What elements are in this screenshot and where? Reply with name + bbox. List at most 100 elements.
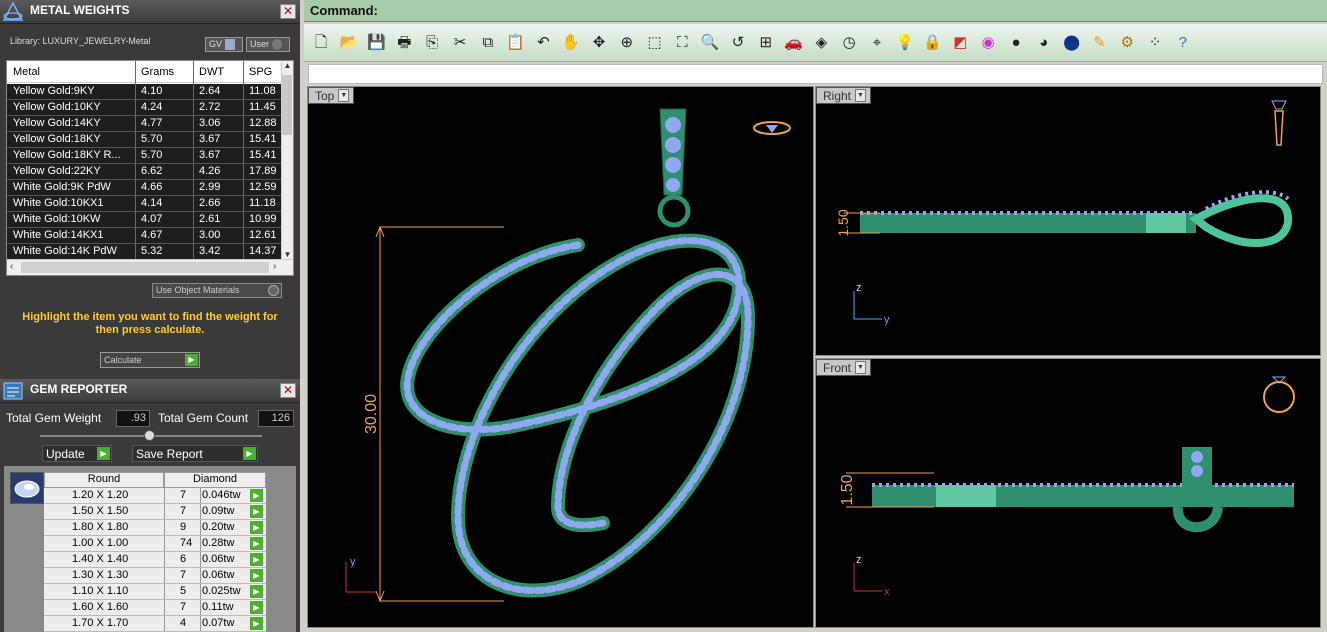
print-icon[interactable]: 🖶 (393, 32, 415, 54)
gem-row-select-icon[interactable]: ▶ (250, 505, 263, 518)
front-view-canvas[interactable]: 1.50 z x (816, 359, 1321, 628)
blue-sphere-icon[interactable]: ⬤ (1061, 32, 1083, 54)
gem-row-select-icon[interactable]: ▶ (250, 617, 263, 630)
undo-icon[interactable]: ↶ (532, 32, 554, 54)
shaded-sphere-icon[interactable]: ◕ (1033, 32, 1055, 54)
metal-cell-metal: White Gold:14KX1 (13, 229, 104, 241)
use-object-materials-checkbox[interactable]: Use Object Materials (152, 283, 282, 298)
metal-table-row[interactable]: White Gold:10KX1 4.14 2.66 11.18 (7, 196, 283, 212)
gem-table-row[interactable]: 1.10 X 1.10 5 0.025tw ▶ (44, 584, 266, 600)
gem-table-row[interactable]: 1.30 X 1.30 7 0.06tw ▶ (44, 568, 266, 584)
metal-table-row[interactable]: White Gold:14KX1 4.67 3.00 12.61 (7, 228, 283, 244)
metal-table-row[interactable]: Yellow Gold:18KY 5.70 3.67 15.41 (7, 132, 283, 148)
chevron-down-icon[interactable]: ▼ (855, 89, 867, 102)
layer-icon[interactable]: ◩ (949, 32, 971, 54)
gem-row-select-icon[interactable]: ▶ (250, 569, 263, 582)
help-icon[interactable]: ? (1172, 32, 1194, 54)
metal-table-row[interactable]: Yellow Gold:22KY 6.62 4.26 17.89 (7, 164, 283, 180)
vscroll-thumb[interactable] (282, 75, 292, 135)
metal-table-row[interactable]: White Gold:9K PdW 4.66 2.99 12.59 (7, 180, 283, 196)
four-viewports-icon[interactable]: ⊞ (755, 32, 777, 54)
col-header-metal[interactable]: Metal (13, 66, 40, 78)
gem-table-row[interactable]: 1.80 X 1.80 9 0.20tw ▶ (44, 520, 266, 536)
clock-icon[interactable]: ◷ (838, 32, 860, 54)
save-icon[interactable]: 💾 (366, 32, 388, 54)
light-bulb-icon[interactable]: 💡 (894, 32, 916, 54)
metal-table-hscrollbar[interactable]: ‹ › (7, 259, 293, 275)
gem-table-row[interactable]: 1.00 X 1.00 74 0.28tw ▶ (44, 536, 266, 552)
gem-row-select-icon[interactable]: ▶ (250, 537, 263, 550)
right-view-canvas[interactable]: 1.50 z y (816, 87, 1321, 356)
select-points-icon[interactable]: ⁘ (1144, 32, 1166, 54)
hscroll-thumb[interactable] (21, 262, 269, 273)
render-sphere-icon[interactable]: ● (1005, 32, 1027, 54)
pan-hand-icon[interactable]: ✋ (560, 32, 582, 54)
chevron-down-icon[interactable]: ▼ (855, 361, 867, 374)
metal-table-row[interactable]: Yellow Gold:10KY 4.24 2.72 11.45 (7, 100, 283, 116)
col-header-dwt[interactable]: DWT (199, 66, 224, 78)
gem-table-row[interactable]: 1.50 X 1.50 7 0.09tw ▶ (44, 504, 266, 520)
color-wheel-icon[interactable]: ◉ (977, 32, 999, 54)
viewport-front-label[interactable]: Front ▼ (816, 359, 872, 376)
metal-table-row[interactable]: Yellow Gold:14KY 4.77 3.06 12.88 (7, 116, 283, 132)
gv-toggle[interactable]: GV (205, 37, 243, 52)
scroll-right-icon[interactable]: › (273, 261, 276, 272)
total-gem-count-label: Total Gem Count (158, 411, 249, 425)
pen-icon[interactable]: ✎ (1088, 32, 1110, 54)
gem-row-select-icon[interactable]: ▶ (250, 489, 263, 502)
top-view-canvas[interactable]: 30.00 y (308, 87, 814, 628)
zoom-extents-icon[interactable]: ⛶ (671, 32, 693, 54)
viewport-right[interactable]: 1.50 z y Right ▼ (815, 86, 1321, 356)
zoom-selected-icon[interactable]: 🔍 (699, 32, 721, 54)
metal-weights-close-button[interactable]: ✕ (280, 4, 296, 19)
gem-reporter-close-button[interactable]: ✕ (280, 383, 296, 398)
gem-table-row[interactable]: 1.40 X 1.40 6 0.06tw ▶ (44, 552, 266, 568)
metal-table-row[interactable]: White Gold:10KW 4.07 2.61 10.99 (7, 212, 283, 228)
gear-icon[interactable]: ⚙ (1116, 32, 1138, 54)
command-input[interactable] (308, 64, 1323, 84)
lock-icon[interactable]: 🔒 (922, 32, 944, 54)
viewport-top-label[interactable]: Top ▼ (308, 87, 355, 104)
col-header-spg[interactable]: SPG (249, 66, 272, 78)
metal-table-row[interactable]: Yellow Gold:9KY 4.10 2.64 11.08 (7, 84, 283, 100)
gem-row-select-icon[interactable]: ▶ (250, 601, 263, 614)
gem-row-select-icon[interactable]: ▶ (250, 553, 263, 566)
scroll-up-icon[interactable]: ▲ (282, 61, 293, 70)
gem-row-select-icon[interactable]: ▶ (250, 585, 263, 598)
col-header-grams[interactable]: Grams (141, 66, 174, 78)
slider-knob[interactable] (144, 430, 155, 441)
viewport-top[interactable]: 30.00 y Top ▼ (307, 86, 814, 628)
user-toggle[interactable]: User (246, 37, 290, 52)
gem-table-row[interactable]: 1.70 X 1.70 4 0.07tw ▶ (44, 616, 266, 632)
zoom-in-icon[interactable]: ⊕ (616, 32, 638, 54)
undo-view-icon[interactable]: ↺ (727, 32, 749, 54)
update-button[interactable]: Update ▶ (42, 445, 112, 462)
gem-table-row[interactable]: 1.20 X 1.20 7 0.046tw ▶ (44, 488, 266, 504)
snap-icon[interactable]: ⌖ (866, 32, 888, 54)
command-bar[interactable]: Command: (304, 0, 1327, 22)
copy-icon[interactable]: ⧉ (477, 32, 499, 54)
gem-slider[interactable] (40, 430, 262, 441)
paste-icon[interactable]: 📋 (505, 32, 527, 54)
new-file-icon[interactable]: 🗋 (310, 32, 332, 54)
camera-icon[interactable]: ◈ (810, 32, 832, 54)
zoom-window-icon[interactable]: ⬚ (644, 32, 666, 54)
calculate-button[interactable]: Calculate ▶ (100, 352, 200, 368)
metal-table-row[interactable]: White Gold:14K PdW 5.32 3.42 14.37 (7, 244, 283, 260)
scroll-down-icon[interactable]: ▼ (282, 250, 293, 259)
open-folder-icon[interactable]: 📂 (338, 32, 360, 54)
rotate-view-icon[interactable]: ✥ (588, 32, 610, 54)
gem-table-row[interactable]: 1.60 X 1.60 7 0.11tw ▶ (44, 600, 266, 616)
metal-table-vscrollbar[interactable]: ▲ ▼ (281, 61, 293, 259)
metal-table-row[interactable]: Yellow Gold:18KY R... 5.70 3.67 15.41 (7, 148, 283, 164)
cut-icon[interactable]: ✂ (449, 32, 471, 54)
export-icon[interactable]: ⎘ (421, 32, 443, 54)
scroll-left-icon[interactable]: ‹ (10, 261, 13, 272)
chevron-down-icon[interactable]: ▼ (338, 89, 350, 102)
viewport-front[interactable]: 1.50 z x Front ▼ (815, 358, 1321, 628)
car-icon[interactable]: 🚗 (783, 32, 805, 54)
gem-row-select-icon[interactable]: ▶ (250, 521, 263, 534)
viewport-right-label[interactable]: Right ▼ (816, 87, 872, 104)
user-toggle-label: User (250, 39, 270, 49)
save-report-button[interactable]: Save Report ▶ (132, 445, 258, 462)
